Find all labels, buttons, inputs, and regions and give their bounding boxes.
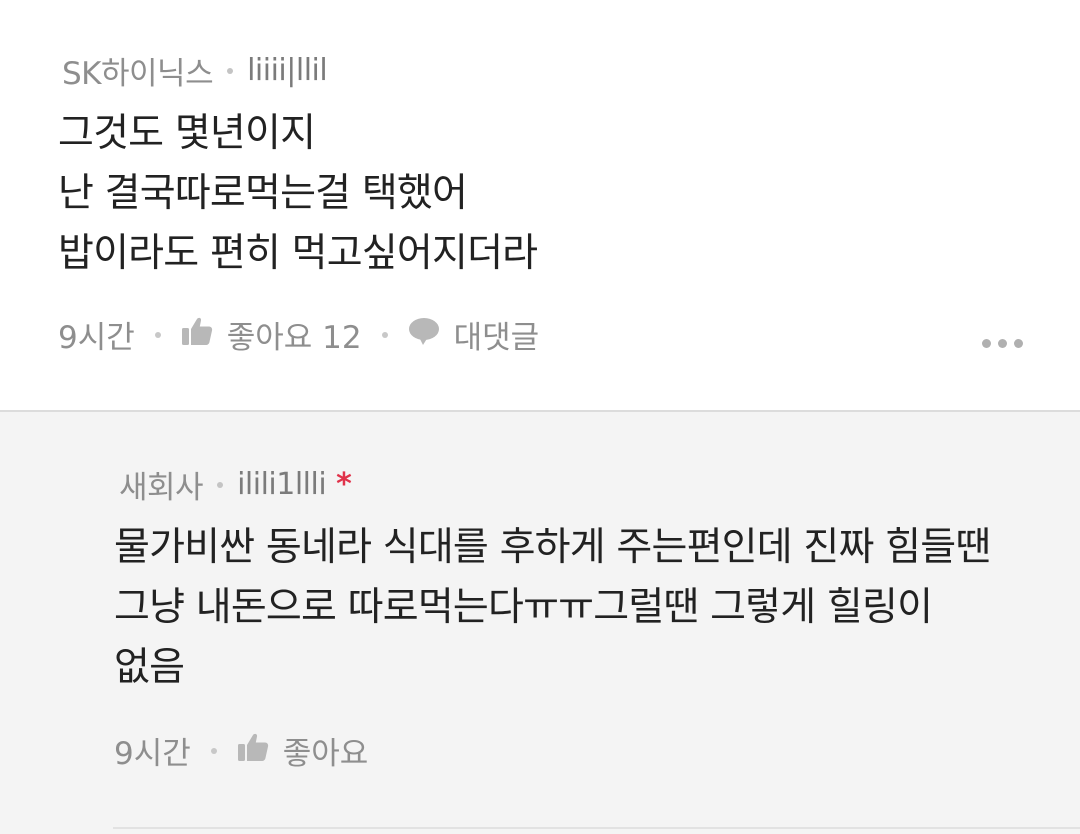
comment-time: 9시간: [114, 736, 191, 772]
separator-dot: [210, 747, 217, 754]
reply-button[interactable]: 대댓글: [408, 312, 540, 357]
comment-body: 그것도 몇년이지 난 결국따로먹는걸 택했어 밥이라도 편히 먹고싶어지더라: [58, 104, 538, 284]
like-label: 좋아요 12: [226, 320, 362, 356]
separator-dot: [381, 331, 388, 338]
more-dots-icon: [1014, 339, 1023, 348]
separator-dot: [154, 331, 161, 338]
comment-actions: 9시간 좋아요 12 대댓글: [58, 312, 539, 357]
like-button[interactable]: 좋아요: [237, 728, 369, 773]
comment-body-line: 그냥 내돈으로 따로먹는다ㅠㅠ그럴땐 그렇게 힐링이: [114, 585, 933, 630]
comment-body-line: 그것도 몇년이지: [58, 111, 316, 156]
comment-body-line: 밥이라도 편히 먹고싶어지더라: [58, 231, 538, 276]
comment-body-line: 없음: [114, 645, 185, 690]
comment-user-id[interactable]: liiii|llil: [247, 53, 328, 88]
more-dots-icon: [982, 339, 991, 348]
separator-dot: [227, 67, 234, 74]
thumbs-up-icon: [237, 732, 269, 770]
comment-item: SK하이닉스 liiii|llil 그것도 몇년이지 난 결국따로먹는걸 택했어…: [0, 0, 1080, 410]
comment-meta: SK하이닉스 liiii|llil: [62, 48, 328, 93]
reply-divider: [113, 827, 1080, 829]
comment-body: 물가비싼 동네라 식대를 후하게 주는편인데 진짜 힘들땐 그냥 내돈으로 따로…: [114, 518, 991, 698]
thumbs-up-icon: [181, 316, 213, 354]
like-label: 좋아요: [282, 736, 369, 772]
comment-body-line: 난 결국따로먹는걸 택했어: [58, 171, 468, 216]
comment-author[interactable]: SK하이닉스: [62, 48, 214, 93]
comment-meta: 새회사 ilili1llli *: [119, 462, 352, 507]
comment-user-id[interactable]: ilili1llli: [237, 467, 327, 502]
separator-dot: [217, 481, 224, 488]
comment-thread: SK하이닉스 liiii|llil 그것도 몇년이지 난 결국따로먹는걸 택했어…: [0, 0, 1080, 834]
author-marker: *: [336, 467, 352, 502]
comment-time: 9시간: [58, 320, 135, 356]
more-options-button[interactable]: [982, 339, 1023, 348]
reply-label: 대댓글: [453, 320, 540, 356]
comment-body-line: 물가비싼 동네라 식대를 후하게 주는편인데 진짜 힘들땐: [114, 525, 991, 570]
comment-author[interactable]: 새회사: [119, 462, 204, 507]
reply-comment-item: 새회사 ilili1llli * 물가비싼 동네라 식대를 후하게 주는편인데 …: [0, 412, 1080, 834]
speech-bubble-icon: [408, 316, 440, 354]
comment-actions: 9시간 좋아요: [114, 728, 368, 773]
like-button[interactable]: 좋아요 12: [181, 312, 362, 357]
more-dots-icon: [998, 339, 1007, 348]
